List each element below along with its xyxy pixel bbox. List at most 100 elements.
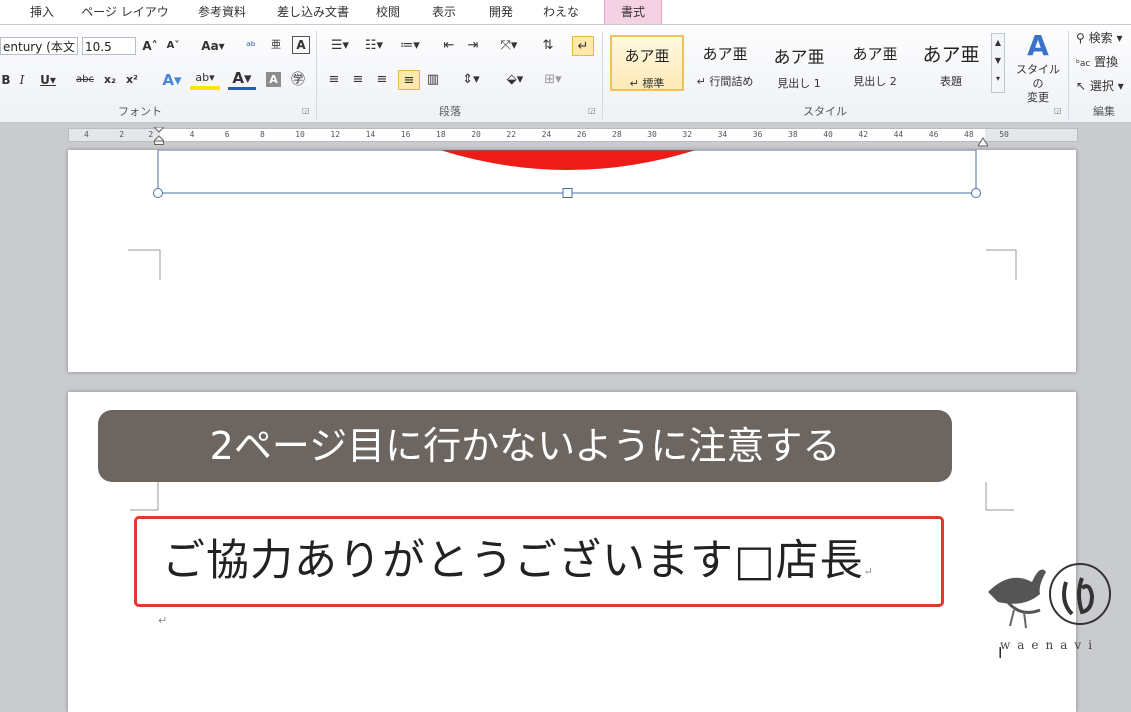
selection-handle[interactable] xyxy=(971,188,981,198)
select-button[interactable]: ↖ 選択 ▾ xyxy=(1076,76,1131,96)
document-body-text[interactable]: ご協力ありがとうございます□店長↵ xyxy=(162,528,942,594)
group-separator xyxy=(1068,31,1069,119)
style-name-label: ↵ 標準 xyxy=(629,77,665,90)
ruler-tick-label: 6 xyxy=(224,130,230,139)
style-sample-text: あア亜 xyxy=(624,47,670,65)
style-name-label: 見出し 1 xyxy=(777,77,821,90)
ruler-ticks: 4 2 2 4 6 8 10 12 14 16 18 20 22 24 26 28 30 32 34 36 38 40 42… xyxy=(0,128,1131,142)
strikethrough-icon[interactable]: abc xyxy=(74,70,96,90)
bold-icon[interactable]: B xyxy=(0,70,12,90)
font-color-icon[interactable]: A▾ xyxy=(228,70,256,90)
selection-handle[interactable] xyxy=(153,188,163,198)
replace-button[interactable]: ᵇac 置換 xyxy=(1076,52,1131,72)
decrease-indent-icon[interactable]: ⇤ xyxy=(440,36,458,56)
ruler-tick-label: 16 xyxy=(400,130,411,139)
grow-font-icon[interactable]: A˄ xyxy=(141,36,159,56)
instruction-banner: 2ページ目に行かないように注意する xyxy=(98,410,952,482)
replace-icon: ᵇac xyxy=(1076,59,1091,69)
font-size-combo[interactable]: 10.5 xyxy=(82,37,136,55)
group-separator xyxy=(602,31,603,119)
text-effects-icon[interactable]: A▾ xyxy=(158,70,186,90)
bullets-icon[interactable]: ☰▾ xyxy=(326,36,354,56)
red-shape[interactable] xyxy=(440,150,696,170)
style-heading-1[interactable]: あア亜 見出し 1 xyxy=(762,35,836,91)
ruler-tick-label: 26 xyxy=(576,130,587,139)
group-separator xyxy=(316,31,317,119)
styles-group-label: スタイル xyxy=(803,105,847,118)
change-styles-label: スタイルの 変更 xyxy=(1016,63,1060,104)
styles-dialog-launcher-icon[interactable]: ◲ xyxy=(1054,106,1063,115)
clear-format-icon[interactable]: ᵃᵇ xyxy=(243,36,259,56)
asian-layout-icon[interactable]: ⤧▾ xyxy=(496,36,522,56)
tab-mailings[interactable]: 差し込み文書 xyxy=(272,0,354,24)
ruler-tick-label: 14 xyxy=(365,130,376,139)
paragraph-dialog-launcher-icon[interactable]: ◲ xyxy=(588,106,597,115)
change-case-icon[interactable]: Aa▾ xyxy=(198,36,228,56)
tab-review[interactable]: 校閲 xyxy=(372,0,404,24)
tab-page-layout[interactable]: ページ レイアウト xyxy=(80,0,170,43)
change-styles-button[interactable]: A スタイルの 変更 xyxy=(1012,29,1064,104)
binoculars-icon: ⚲ xyxy=(1076,31,1085,45)
italic-icon[interactable]: I xyxy=(16,70,28,90)
subscript-icon[interactable]: x₂ xyxy=(102,70,118,90)
ribbon: entury (本文 10.5 A˄ A˅ Aa▾ ᵃᵇ 亜 A B I U▾ … xyxy=(0,25,1131,123)
font-name-combo[interactable]: entury (本文 xyxy=(0,37,78,55)
highlight-color-icon[interactable]: ab▾ xyxy=(190,70,220,90)
character-shading-icon[interactable]: A xyxy=(266,72,281,87)
enclose-characters-icon[interactable]: ㊫ xyxy=(288,70,308,90)
ruler-tick-label: 36 xyxy=(752,130,763,139)
style-sample-text: あア亜 xyxy=(702,45,748,63)
select-label: 選択 xyxy=(1089,79,1114,93)
style-heading-2[interactable]: あア亜 見出し 2 xyxy=(838,35,912,91)
align-right-icon[interactable]: ≡ xyxy=(374,70,390,90)
tab-view[interactable]: 表示 xyxy=(428,0,460,24)
replace-label: 置換 xyxy=(1094,55,1119,69)
selection-handle[interactable] xyxy=(562,188,573,198)
borders-icon[interactable]: ⊞▾ xyxy=(538,70,568,90)
align-center-icon[interactable]: ≡ xyxy=(350,70,366,90)
cursor-arrow-icon: ↖ xyxy=(1076,79,1087,93)
shading-icon[interactable]: ⬙▾ xyxy=(500,70,530,90)
right-indent-marker-icon[interactable] xyxy=(977,132,989,147)
superscript-icon[interactable]: x² xyxy=(124,70,140,90)
style-normal[interactable]: あア亜 ↵ 標準 xyxy=(610,35,684,91)
sort-icon[interactable]: ⇅ xyxy=(538,36,558,56)
document-page-1[interactable] xyxy=(68,150,1076,372)
text-cursor-icon: I xyxy=(998,644,1003,662)
tab-insert[interactable]: 挿入 xyxy=(28,0,56,24)
styles-scroll-icon[interactable]: ▲ ▼ ▾ xyxy=(991,33,1005,93)
page-1-graphics xyxy=(128,150,1017,280)
character-border-icon[interactable]: A xyxy=(292,36,310,54)
find-label: 検索 xyxy=(1088,31,1113,45)
margin-corner-mark xyxy=(130,482,159,511)
increase-indent-icon[interactable]: ⇥ xyxy=(464,36,482,56)
paragraph-mark: ↵ xyxy=(863,565,874,578)
font-dialog-launcher-icon[interactable]: ◲ xyxy=(302,106,311,115)
numbering-icon[interactable]: ☷▾ xyxy=(360,36,388,56)
shrink-font-icon[interactable]: A˅ xyxy=(164,36,182,56)
align-left-icon[interactable]: ≡ xyxy=(326,70,342,90)
font-group-label: フォント xyxy=(118,105,162,118)
phonetic-guide-icon[interactable]: 亜 xyxy=(268,36,284,56)
line-spacing-icon[interactable]: ⇕▾ xyxy=(456,70,486,90)
justify-icon[interactable]: ≡ xyxy=(398,70,420,90)
ruler-tick-label: 40 xyxy=(823,130,833,139)
tab-format[interactable]: 書式 xyxy=(604,0,662,24)
multilevel-list-icon[interactable]: ≔▾ xyxy=(396,36,424,56)
indent-marker-icon[interactable] xyxy=(152,126,166,145)
find-button[interactable]: ⚲ 検索 ▾ xyxy=(1076,28,1131,48)
style-no-spacing[interactable]: あア亜 ↵ 行間詰め xyxy=(688,35,762,91)
show-formatting-marks-icon[interactable]: ↵ xyxy=(572,36,594,56)
style-title[interactable]: あア亜 表題 xyxy=(914,35,988,91)
margin-corner-mark xyxy=(986,249,1017,280)
ruler-tick-label: 44 xyxy=(893,130,904,139)
empty-paragraph-mark: ↵ xyxy=(158,614,168,627)
ruler-tick-label: 42 xyxy=(858,130,869,139)
bird-logo-icon xyxy=(988,563,1111,629)
tab-references[interactable]: 参考資料 xyxy=(192,0,252,24)
tab-waenavi[interactable]: わえなび xyxy=(538,0,584,43)
tab-developer[interactable]: 開発 xyxy=(485,0,517,24)
ruler-tick-label: 10 xyxy=(295,130,305,139)
distributed-icon[interactable]: ▥ xyxy=(424,70,442,90)
underline-icon[interactable]: U▾ xyxy=(38,70,58,90)
